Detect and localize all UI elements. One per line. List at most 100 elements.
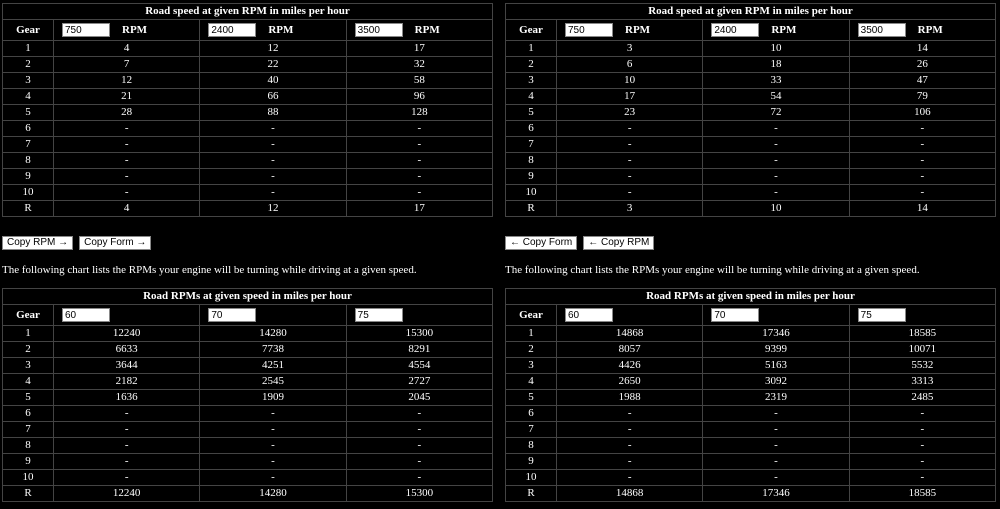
value-cell: - [702,469,850,486]
value-cell: 1988 [555,389,704,406]
value-cell: 17 [345,40,494,57]
gear-cell: 2 [2,56,54,73]
rpm-input-2[interactable] [208,23,257,37]
speed-input-1[interactable] [62,308,110,322]
value-cell: 3313 [848,373,997,390]
table-row: 4 17 54 79 [505,88,997,105]
copy-form-button[interactable]: Copy Form → [79,236,152,250]
value-cell: 96 [345,88,494,105]
left-speed-rows: 1 4 12 17 2 7 22 32 3 12 40 58 4 21 66 96 5 28 88 128 6- - -7-… [2,40,494,217]
value-cell: - [848,168,997,185]
value-cell: 14280 [199,485,347,502]
gear-cell: 4 [505,88,557,105]
table-row: 8--- [2,437,494,454]
value-cell: 3 [555,200,704,217]
table-row: 7--- [505,421,997,438]
table-row: 5 1636 1909 2045 [2,389,494,406]
value-cell: - [345,469,494,486]
value-cell: 7738 [199,341,347,358]
rpm-unit-label: RPM [625,23,651,36]
value-cell: 14280 [199,325,347,342]
value-cell: - [52,437,201,454]
rpm-input-1[interactable] [62,23,110,37]
table-row: 2 6 18 26 [505,56,997,73]
value-cell: 22 [199,56,347,73]
table-row: 8--- [505,152,997,169]
gear-cell: 3 [505,72,557,89]
value-cell: - [702,168,850,185]
rpm-unit-label: RPM [771,23,797,36]
table-row: 10- - - [505,469,997,486]
copy-rpm-button[interactable]: Copy RPM → [2,236,74,250]
speed-input-3[interactable] [857,308,906,322]
table-row: 1 4 12 17 [2,40,494,57]
copy-rpm-back-button[interactable]: ← Copy RPM [583,236,655,250]
table-row: 3 12 40 58 [2,72,494,89]
table-row: 9--- [2,453,494,470]
rpm-input-2[interactable] [711,23,760,37]
value-cell: 7 [52,56,201,73]
gear-cell: 8 [505,152,557,169]
table-row: 9--- [2,168,494,185]
value-cell: - [345,437,494,454]
value-cell: 28 [52,104,201,121]
value-cell: - [52,421,201,438]
value-cell: - [702,152,850,169]
left-copy-buttons: Copy RPM → Copy Form → [2,236,152,250]
table-row: 2 6633 7738 8291 [2,341,494,358]
speed-input-2[interactable] [208,308,257,322]
table-row: 9--- [505,453,997,470]
value-cell: 12 [199,40,347,57]
gear-cell: 10 [2,469,54,486]
rpm-unit-label: RPM [917,23,943,36]
gear-header: Gear [2,19,54,41]
table-row: 9--- [505,168,997,185]
table-row: 4 2182 2545 2727 [2,373,494,390]
gear-cell: 9 [505,168,557,185]
rpm-table-title: Road RPMs at given speed in miles per ho… [2,288,493,305]
value-cell: 58 [345,72,494,89]
value-cell: 8291 [345,341,494,358]
gear-cell: 1 [505,325,557,342]
value-cell: 32 [345,56,494,73]
copy-form-back-button[interactable]: ← Copy Form [505,236,578,250]
rpm-input-3[interactable] [857,23,906,37]
rpm-input-1[interactable] [565,23,613,37]
table-row: 8--- [505,437,997,454]
speed-input-3[interactable] [354,308,403,322]
gear-cell: 10 [505,469,557,486]
value-cell: - [702,120,850,137]
value-cell: 3644 [52,357,201,374]
value-cell: - [848,120,997,137]
left-speed-table: Road speed at given RPM in miles per hou… [2,3,494,217]
table-row: R 3 10 14 [505,200,997,217]
table-row: 5 28 88 128 [2,104,494,121]
gear-cell: 1 [2,40,54,57]
value-cell: 8057 [555,341,704,358]
rpm-input-3[interactable] [354,23,403,37]
table-row: 6--- [2,120,494,137]
value-cell: 40 [199,72,347,89]
gear-header: Gear [505,304,557,326]
value-cell: - [199,453,347,470]
right-speed-table: Road speed at given RPM in miles per hou… [505,3,997,217]
value-cell: 106 [848,104,997,121]
speed-input-2[interactable] [711,308,760,322]
value-cell: - [199,152,347,169]
value-cell: - [52,168,201,185]
value-cell: 15300 [345,485,494,502]
value-cell: - [52,152,201,169]
value-cell: 2545 [199,373,347,390]
value-cell: - [848,136,997,153]
speed-input-1[interactable] [565,308,613,322]
value-cell: - [345,453,494,470]
value-cell: - [702,184,850,201]
value-cell: - [199,120,347,137]
right-rpm-table: Road RPMs at given speed in miles per ho… [505,288,997,502]
value-cell: - [199,184,347,201]
value-cell: - [345,152,494,169]
gear-cell: 5 [505,389,557,406]
value-cell: - [345,120,494,137]
gear-cell: 9 [2,453,54,470]
value-cell: - [52,453,201,470]
